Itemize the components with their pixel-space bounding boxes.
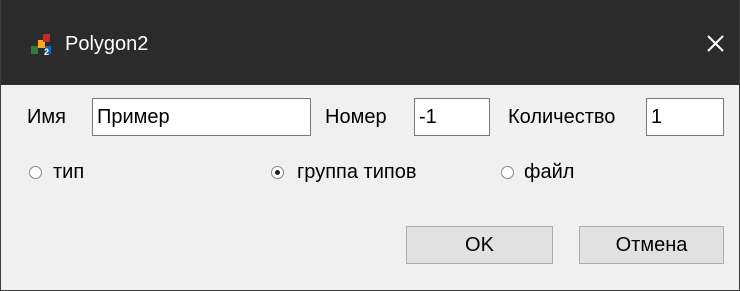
name-label: Имя — [27, 106, 66, 128]
count-input[interactable] — [646, 98, 724, 136]
dialog-window: 2 Polygon2 Имя Номер Количество тип груп… — [0, 0, 740, 291]
polygon-app-icon: 2 — [30, 32, 54, 57]
name-input[interactable] — [92, 98, 311, 136]
ok-button[interactable]: OK — [406, 226, 553, 264]
radio-type-group[interactable] — [271, 166, 284, 179]
radio-type-label: тип — [53, 161, 85, 183]
window-title: Polygon2 — [65, 33, 149, 55]
radio-type[interactable] — [29, 166, 42, 179]
close-icon[interactable] — [698, 27, 732, 61]
radio-type-group-label: группа типов — [297, 161, 417, 183]
cancel-button[interactable]: Отмена — [579, 226, 724, 264]
title-bar[interactable]: 2 Polygon2 — [1, 0, 739, 85]
number-label: Номер — [325, 106, 387, 128]
svg-text:2: 2 — [44, 47, 49, 56]
radio-file[interactable] — [501, 166, 514, 179]
number-input[interactable] — [414, 98, 490, 136]
radio-file-label: файл — [524, 161, 575, 183]
count-label: Количество — [508, 106, 616, 128]
